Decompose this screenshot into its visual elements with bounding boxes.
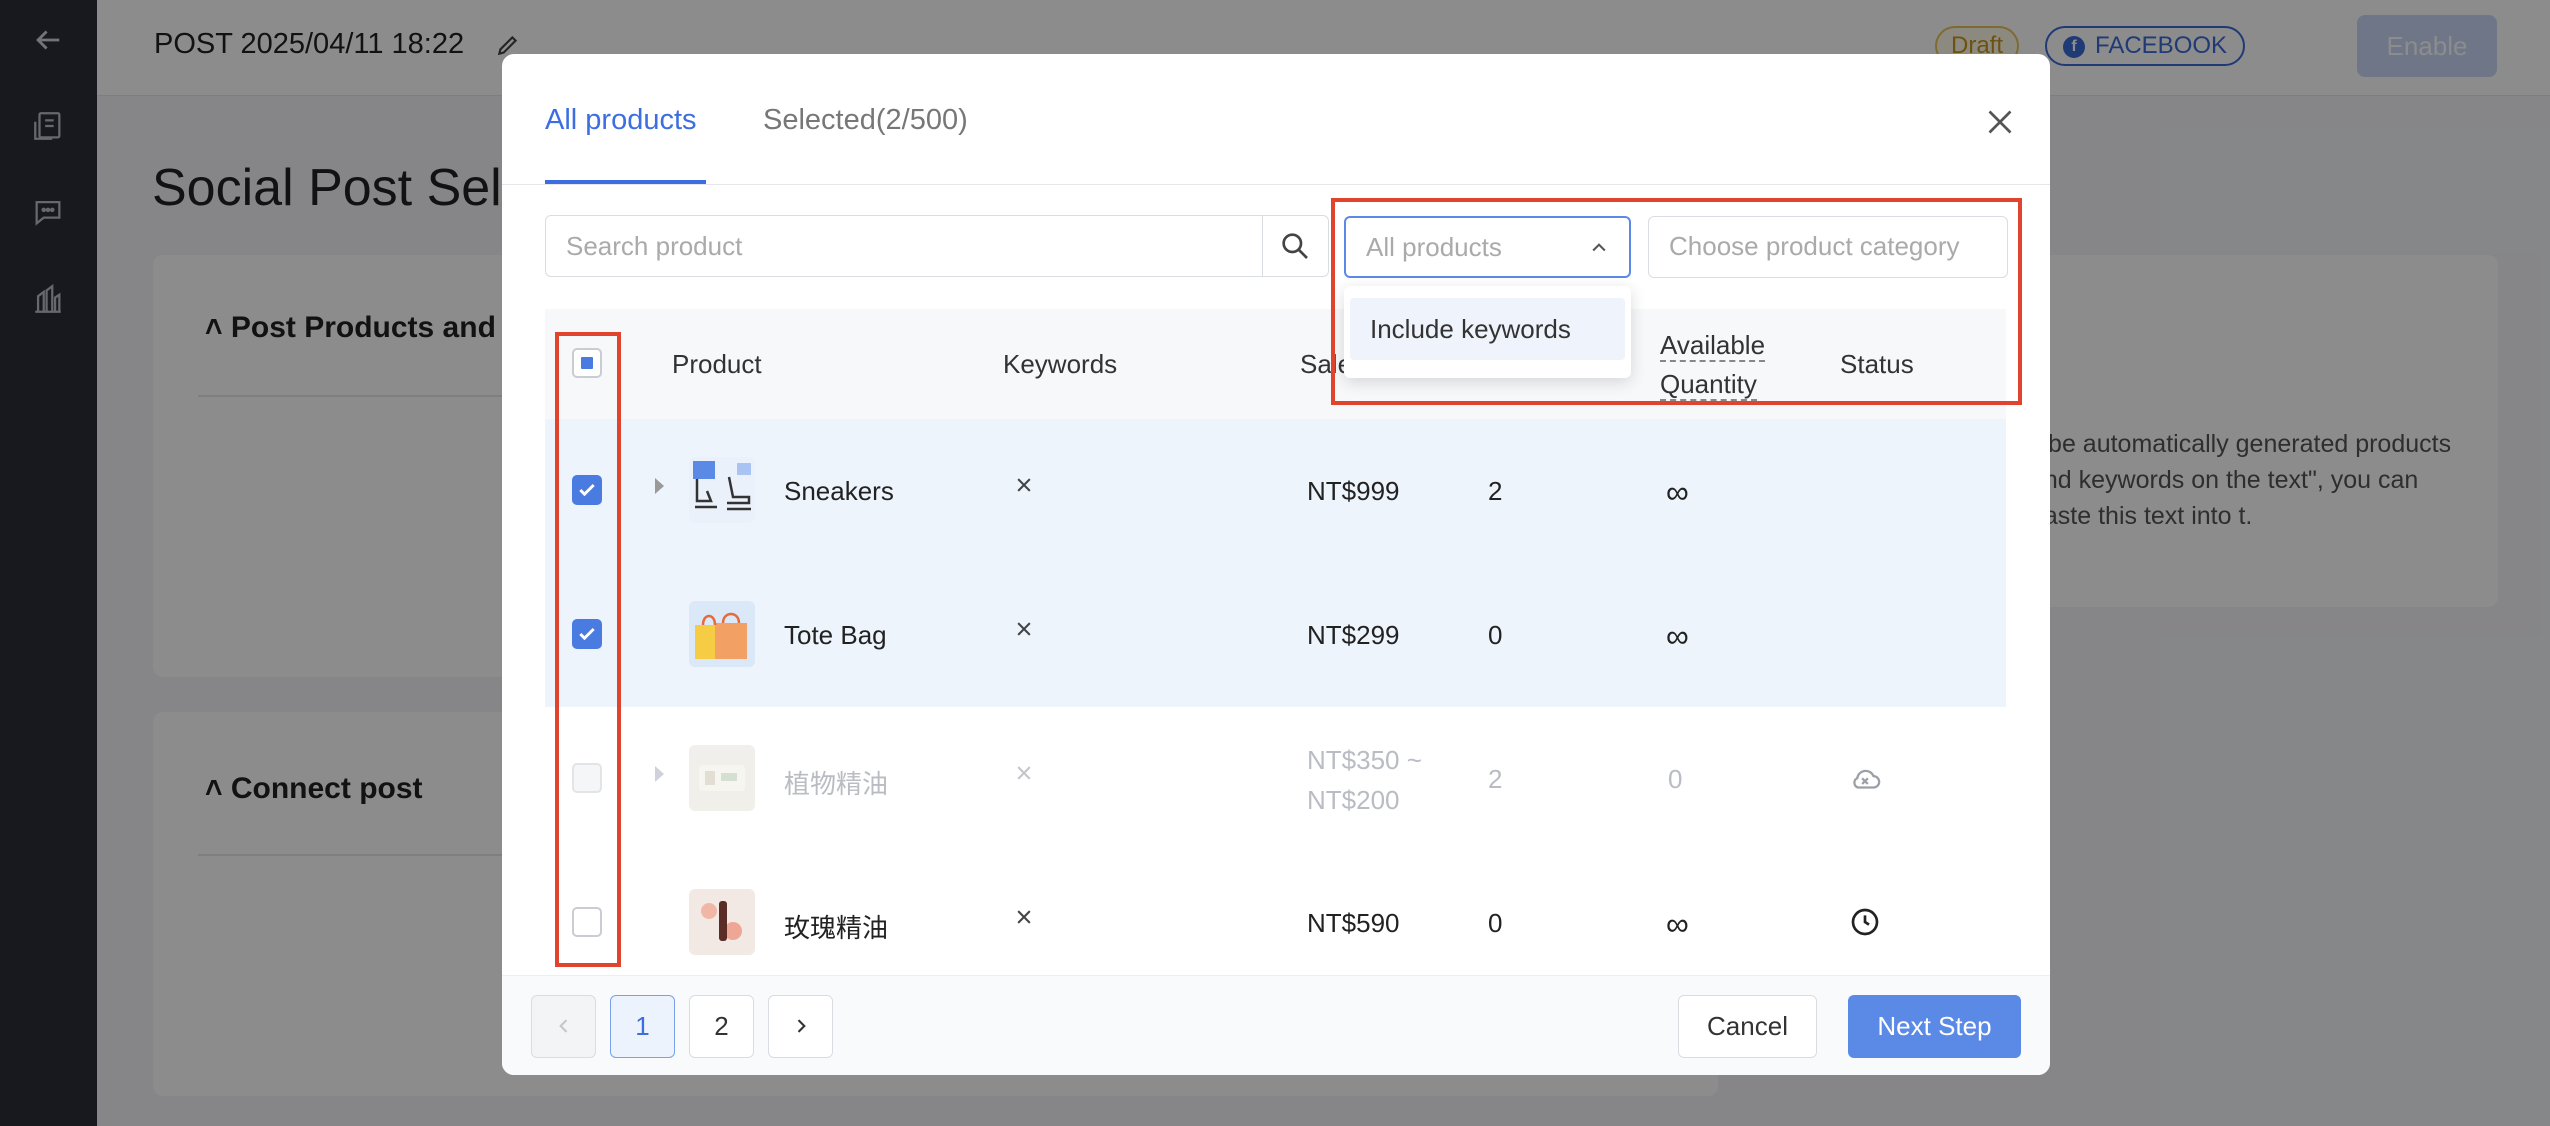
product-price: NT$299 (1307, 620, 1400, 650)
row-checkbox[interactable] (572, 475, 602, 505)
no-keyword-x-icon (1017, 478, 1031, 492)
cloud-off-icon (1853, 769, 1881, 789)
cancel-button[interactable]: Cancel (1678, 995, 1817, 1058)
no-keyword-x-icon (1017, 622, 1031, 636)
available-quantity: ∞ (1666, 906, 1689, 942)
sold-count: 0 (1488, 620, 1503, 650)
no-keyword-x-icon (1017, 910, 1031, 924)
product-filter-value: All products (1366, 232, 1502, 262)
pagination-page-1[interactable]: 1 (610, 995, 675, 1058)
product-name: Tote Bag (784, 620, 887, 650)
table-row (545, 707, 2006, 851)
next-step-button[interactable]: Next Step (1848, 995, 2021, 1058)
table-row[interactable] (545, 563, 2006, 707)
column-header-product: Product (672, 349, 762, 379)
tab-selected[interactable]: Selected(2/500) (763, 104, 968, 137)
table-header: Product Keywords Sale Status (545, 309, 2006, 419)
row-checkbox-disabled (572, 763, 602, 793)
chevron-left-icon (558, 1019, 567, 1033)
expand-caret-icon[interactable] (655, 478, 664, 494)
search-field[interactable] (545, 215, 1263, 277)
pagination-prev-button[interactable] (531, 995, 596, 1058)
search-input[interactable] (546, 216, 1262, 276)
table-row[interactable] (545, 851, 2006, 975)
product-price: NT$590 (1307, 908, 1400, 938)
product-filter-select[interactable]: All products (1344, 216, 1631, 278)
sold-count: 2 (1488, 476, 1503, 506)
row-checkbox[interactable] (572, 619, 602, 649)
product-thumbnail (689, 745, 755, 811)
product-name: 玫瑰精油 (784, 913, 889, 943)
available-quantity: ∞ (1666, 618, 1689, 654)
product-name: 植物精油 (784, 769, 889, 799)
product-thumbnail (689, 601, 755, 667)
product-name: Sneakers (784, 476, 894, 506)
pagination-page-2[interactable]: 2 (689, 995, 754, 1058)
filter-dropdown-menu: Include keywords (1344, 286, 1631, 378)
product-price-range: NT$350 ~ NT$200 (1307, 745, 1422, 815)
sold-count: 2 (1488, 764, 1503, 794)
expand-caret-icon[interactable] (655, 766, 664, 782)
no-keyword-x-icon (1017, 766, 1031, 780)
search-icon (1282, 233, 1308, 259)
tab-all-products[interactable]: All products (545, 104, 697, 137)
select-all-checkbox[interactable] (572, 348, 602, 378)
chevron-up-icon (1592, 243, 1606, 252)
clock-icon (1851, 908, 1879, 936)
available-quantity: ∞ (1666, 474, 1689, 510)
tab-divider (502, 184, 2050, 185)
search-button[interactable] (1262, 215, 1329, 277)
sold-count: 0 (1488, 908, 1503, 938)
dropdown-option-include-keywords[interactable]: Include keywords (1350, 298, 1625, 360)
product-price: NT$999 (1307, 476, 1400, 506)
product-thumbnail (689, 889, 755, 955)
category-select[interactable]: Choose product category (1648, 216, 2008, 278)
column-header-available-quantity: Available Quantity (1660, 330, 1766, 401)
column-header-status: Status (1840, 349, 1914, 379)
close-icon[interactable] (1982, 104, 2018, 140)
pagination-next-button[interactable] (768, 995, 833, 1058)
column-header-keywords: Keywords (1003, 349, 1118, 379)
row-checkbox[interactable] (572, 907, 602, 937)
available-quantity: 0 (1668, 764, 1683, 794)
table-row[interactable] (545, 419, 2006, 563)
product-thumbnail (689, 457, 755, 523)
chevron-right-icon (797, 1019, 806, 1033)
